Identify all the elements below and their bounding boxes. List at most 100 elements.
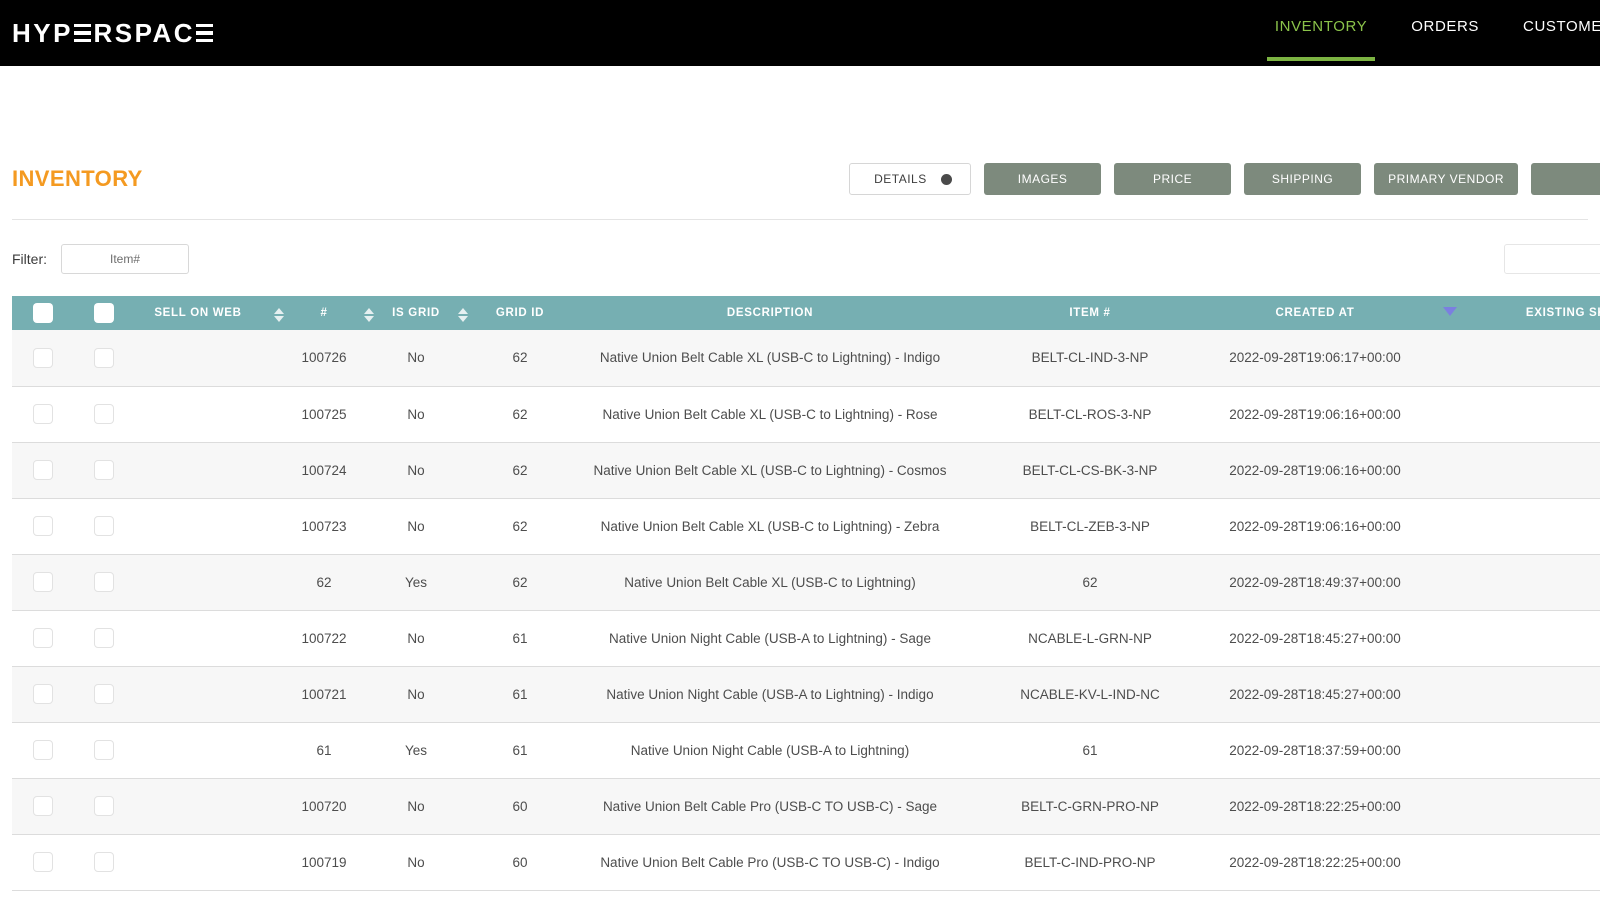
tab-details[interactable]: DETAILS [849,163,972,195]
row-select-checkbox[interactable] [33,347,53,368]
row-select-checkbox[interactable] [33,572,53,592]
tab-primary-vendor[interactable]: PRIMARY VENDOR [1374,163,1518,195]
th-sell-on-web-sort[interactable] [262,296,296,330]
row-select-cell[interactable] [12,610,74,667]
sell-on-web-checkbox[interactable] [94,516,114,536]
th-item-number[interactable]: ITEM # [980,296,1200,330]
table-row[interactable]: 100719 No 60 Native Union Belt Cable Pro (U… [12,834,1600,891]
row-description: Native Union Belt Cable XL (USB-C to Lig… [560,498,980,555]
table-row[interactable]: 61 Yes 61 Native Union Night Cable (USB-A t… [12,722,1600,779]
row-is-grid-spacer [446,554,480,611]
table-row[interactable]: 100724 No 62 Native Union Belt Cable XL (US… [12,442,1600,499]
th-number-sort[interactable] [352,296,386,330]
row-select-cell[interactable] [12,554,74,611]
th-existing-sku[interactable]: EXISTING SKU [WEB STORE] [1470,296,1600,330]
th-created-at[interactable]: CREATED AT [1200,296,1430,330]
row-sell-on-web-cell[interactable] [74,834,134,891]
select-visible-checkbox[interactable] [94,303,114,323]
row-select-cell[interactable] [12,386,74,443]
table-row[interactable]: 100721 No 61 Native Union Night Cable (USB-… [12,666,1600,723]
sell-on-web-checkbox[interactable] [94,684,114,704]
sort-arrows-icon-sell-on-web[interactable] [274,307,284,322]
row-sell-on-web-cell[interactable] [74,722,134,779]
row-sell-on-web-cell[interactable] [74,778,134,835]
row-sell-on-web-cell[interactable] [74,442,134,499]
sort-descending-icon-created-at[interactable] [1443,307,1457,316]
th-number[interactable]: # [296,296,352,330]
table-row[interactable]: 100723 No 62 Native Union Belt Cable XL (US… [12,498,1600,555]
table-row[interactable]: 100725 No 62 Native Union Belt Cable XL (US… [12,386,1600,443]
th-is-grid[interactable]: IS GRID [386,296,446,330]
nav-item-inventory[interactable]: INVENTORY [1253,18,1389,61]
row-select-cell[interactable] [12,498,74,555]
select-all-checkbox[interactable] [33,303,53,323]
table-row[interactable]: 100720 No 60 Native Union Belt Cable Pro (U… [12,778,1600,835]
table-row[interactable]: 100722 No 61 Native Union Night Cable (USB-… [12,610,1600,667]
row-select-checkbox[interactable] [33,740,53,760]
row-number: 100725 [296,386,352,443]
th-row-select[interactable] [74,296,134,330]
row-select-checkbox[interactable] [33,852,53,872]
tab-price[interactable]: PRICE [1114,163,1232,195]
nav-item-orders[interactable]: ORDERS [1389,18,1501,61]
row-sell-on-web-cell[interactable] [74,610,134,667]
row-select-cell[interactable] [12,666,74,723]
row-sell-on-web-cell[interactable] [74,386,134,443]
row-select-cell[interactable] [12,834,74,891]
th-is-grid-sort[interactable] [446,296,480,330]
row-select-cell[interactable] [12,330,74,387]
row-select-cell[interactable] [12,722,74,779]
th-sell-on-web[interactable]: SELL ON WEB [134,296,262,330]
row-select-cell[interactable] [12,442,74,499]
sort-arrows-icon-number[interactable] [364,307,374,322]
sell-on-web-checkbox[interactable] [94,460,114,480]
row-select-checkbox[interactable] [33,404,53,424]
filter-item-number-input[interactable] [61,244,189,274]
sell-on-web-checkbox[interactable] [94,852,114,872]
tab-images[interactable]: IMAGES [984,163,1102,195]
row-created-at-spacer [1430,330,1470,387]
table-row[interactable]: 100726 No 62 Native Union Belt Cable XL (US… [12,330,1600,387]
th-grid-id[interactable]: GRID ID [480,296,560,330]
filter-label: Filter: [12,251,47,267]
th-select-all[interactable] [12,296,74,330]
row-item-number: BELT-C-IND-PRO-NP [980,834,1200,891]
row-sell-on-web-cell[interactable] [74,330,134,387]
app-logo[interactable]: HYP RSPAC [12,20,216,46]
th-description[interactable]: DESCRIPTION [560,296,980,330]
th-created-at-sort[interactable] [1430,296,1470,330]
tab-price-label: PRICE [1152,172,1193,186]
th-item-number-label: ITEM # [1069,307,1111,319]
row-select-checkbox[interactable] [33,628,53,648]
row-select-checkbox[interactable] [33,796,53,816]
tab-primary-vendor-label: PRIMARY VENDOR [1388,172,1504,186]
row-sell-on-web-cell[interactable] [74,666,134,723]
row-number-spacer [352,554,386,611]
row-select-cell[interactable] [12,778,74,835]
nav-item-customers[interactable]: CUSTOMERS [1501,18,1600,61]
filter-secondary-input-partial[interactable] [1504,244,1600,274]
row-grid-id: 61 [480,722,560,779]
sell-on-web-checkbox[interactable] [94,347,114,368]
row-select-checkbox[interactable] [33,516,53,536]
sell-on-web-checkbox[interactable] [94,628,114,648]
row-select-checkbox[interactable] [33,460,53,480]
tab-overflow-partial[interactable] [1531,163,1600,195]
row-existing-sku [1470,554,1600,611]
main-nav: INVENTORY ORDERS CUSTOMERS [1253,0,1600,66]
row-select-checkbox[interactable] [33,684,53,704]
row-sell-on-web-cell[interactable] [74,554,134,611]
row-created-at: 2022-09-28T19:06:17+00:00 [1200,330,1430,387]
table-row[interactable]: 62 Yes 62 Native Union Belt Cable XL (USB-C… [12,554,1600,611]
sell-on-web-checkbox[interactable] [94,796,114,816]
row-created-at: 2022-09-28T18:45:27+00:00 [1200,666,1430,723]
row-sell-on-web-cell[interactable] [74,498,134,555]
tab-shipping[interactable]: SHIPPING [1244,163,1362,195]
row-item-number: BELT-CL-IND-3-NP [980,330,1200,387]
sell-on-web-checkbox[interactable] [94,572,114,592]
row-is-grid: No [386,386,446,443]
sell-on-web-checkbox[interactable] [94,404,114,424]
row-is-grid-spacer [446,610,480,667]
sell-on-web-checkbox[interactable] [94,740,114,760]
sort-arrows-icon-is-grid[interactable] [458,307,468,322]
